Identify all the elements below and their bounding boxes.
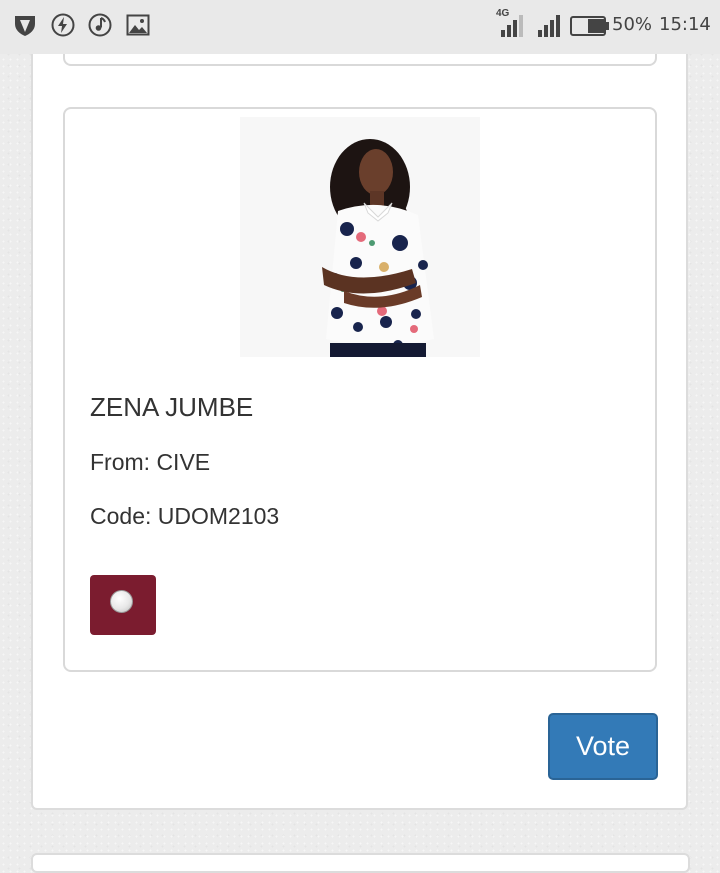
shield-icon [13, 13, 37, 37]
battery-percent: 50% [612, 14, 653, 35]
flash-icon [51, 13, 75, 37]
radio-dot-icon [110, 590, 133, 613]
status-bar: 4G 50% 15:14 [0, 0, 720, 54]
candidate-code: Code: UDOM2103 [90, 503, 280, 529]
music-icon [88, 13, 112, 37]
signal-4g-icon [500, 14, 526, 38]
clock-time: 15:14 [659, 14, 711, 35]
candidate-name: ZENA JUMBE [90, 392, 254, 422]
candidate-select-radio[interactable] [90, 575, 156, 635]
candidate-photo [240, 117, 480, 357]
signal-icon [537, 14, 563, 38]
next-section-card [31, 853, 690, 873]
candidate-from: From: CIVE [90, 449, 211, 475]
battery-icon [570, 15, 610, 37]
vote-button[interactable]: Vote [548, 713, 658, 780]
image-icon [126, 13, 150, 37]
